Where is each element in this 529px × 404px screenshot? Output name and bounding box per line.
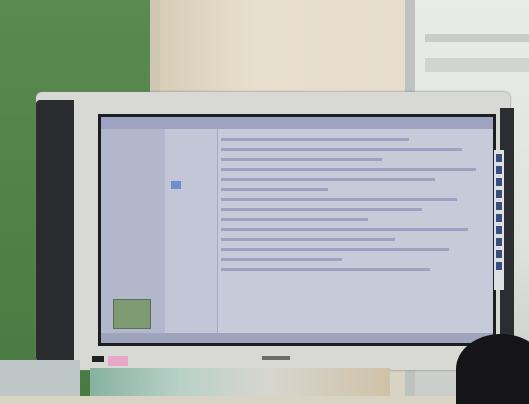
person-head [456,334,529,404]
monitor-side-buttons [494,150,504,290]
screen-thumbnail-image [113,299,151,329]
monitor-button [496,166,502,174]
window-frame-bar [425,58,529,72]
monitor-button [496,226,502,234]
monitor-button [496,262,502,270]
monitor-button [496,154,502,162]
screen-taskbar [101,333,493,343]
blurred-text-line [221,268,431,271]
pink-object [108,356,128,366]
screen-list-column [165,129,218,343]
blurred-text-line [221,178,436,181]
monitor-button [496,190,502,198]
blurred-text-line [221,218,369,221]
monitor-speaker-left [36,100,74,362]
blurred-text-line [221,138,409,141]
blurred-text-line [221,148,463,151]
window-frame-bar [425,34,529,42]
monitor-screen [98,114,496,346]
screen-document-body [221,131,489,341]
blurred-text-line [221,248,449,251]
desk-items [90,368,390,396]
blurred-text-line [221,228,468,231]
left-object [0,360,80,396]
monitor-button [496,238,502,246]
screen-toolbar [101,117,493,129]
blurred-text-line [221,168,476,171]
blurred-text-line [221,188,329,191]
monitor-button [496,202,502,210]
blurred-text-line [221,208,422,211]
blurred-text-line [221,158,382,161]
screen-highlight [171,181,181,189]
power-indicator [92,356,104,362]
monitor-button [496,250,502,258]
blurred-text-line [221,198,457,201]
blurred-text-line [221,238,396,241]
monitor-button [496,214,502,222]
blurred-text-line [221,258,342,261]
brand-logo [262,356,290,360]
monitor-button [496,178,502,186]
